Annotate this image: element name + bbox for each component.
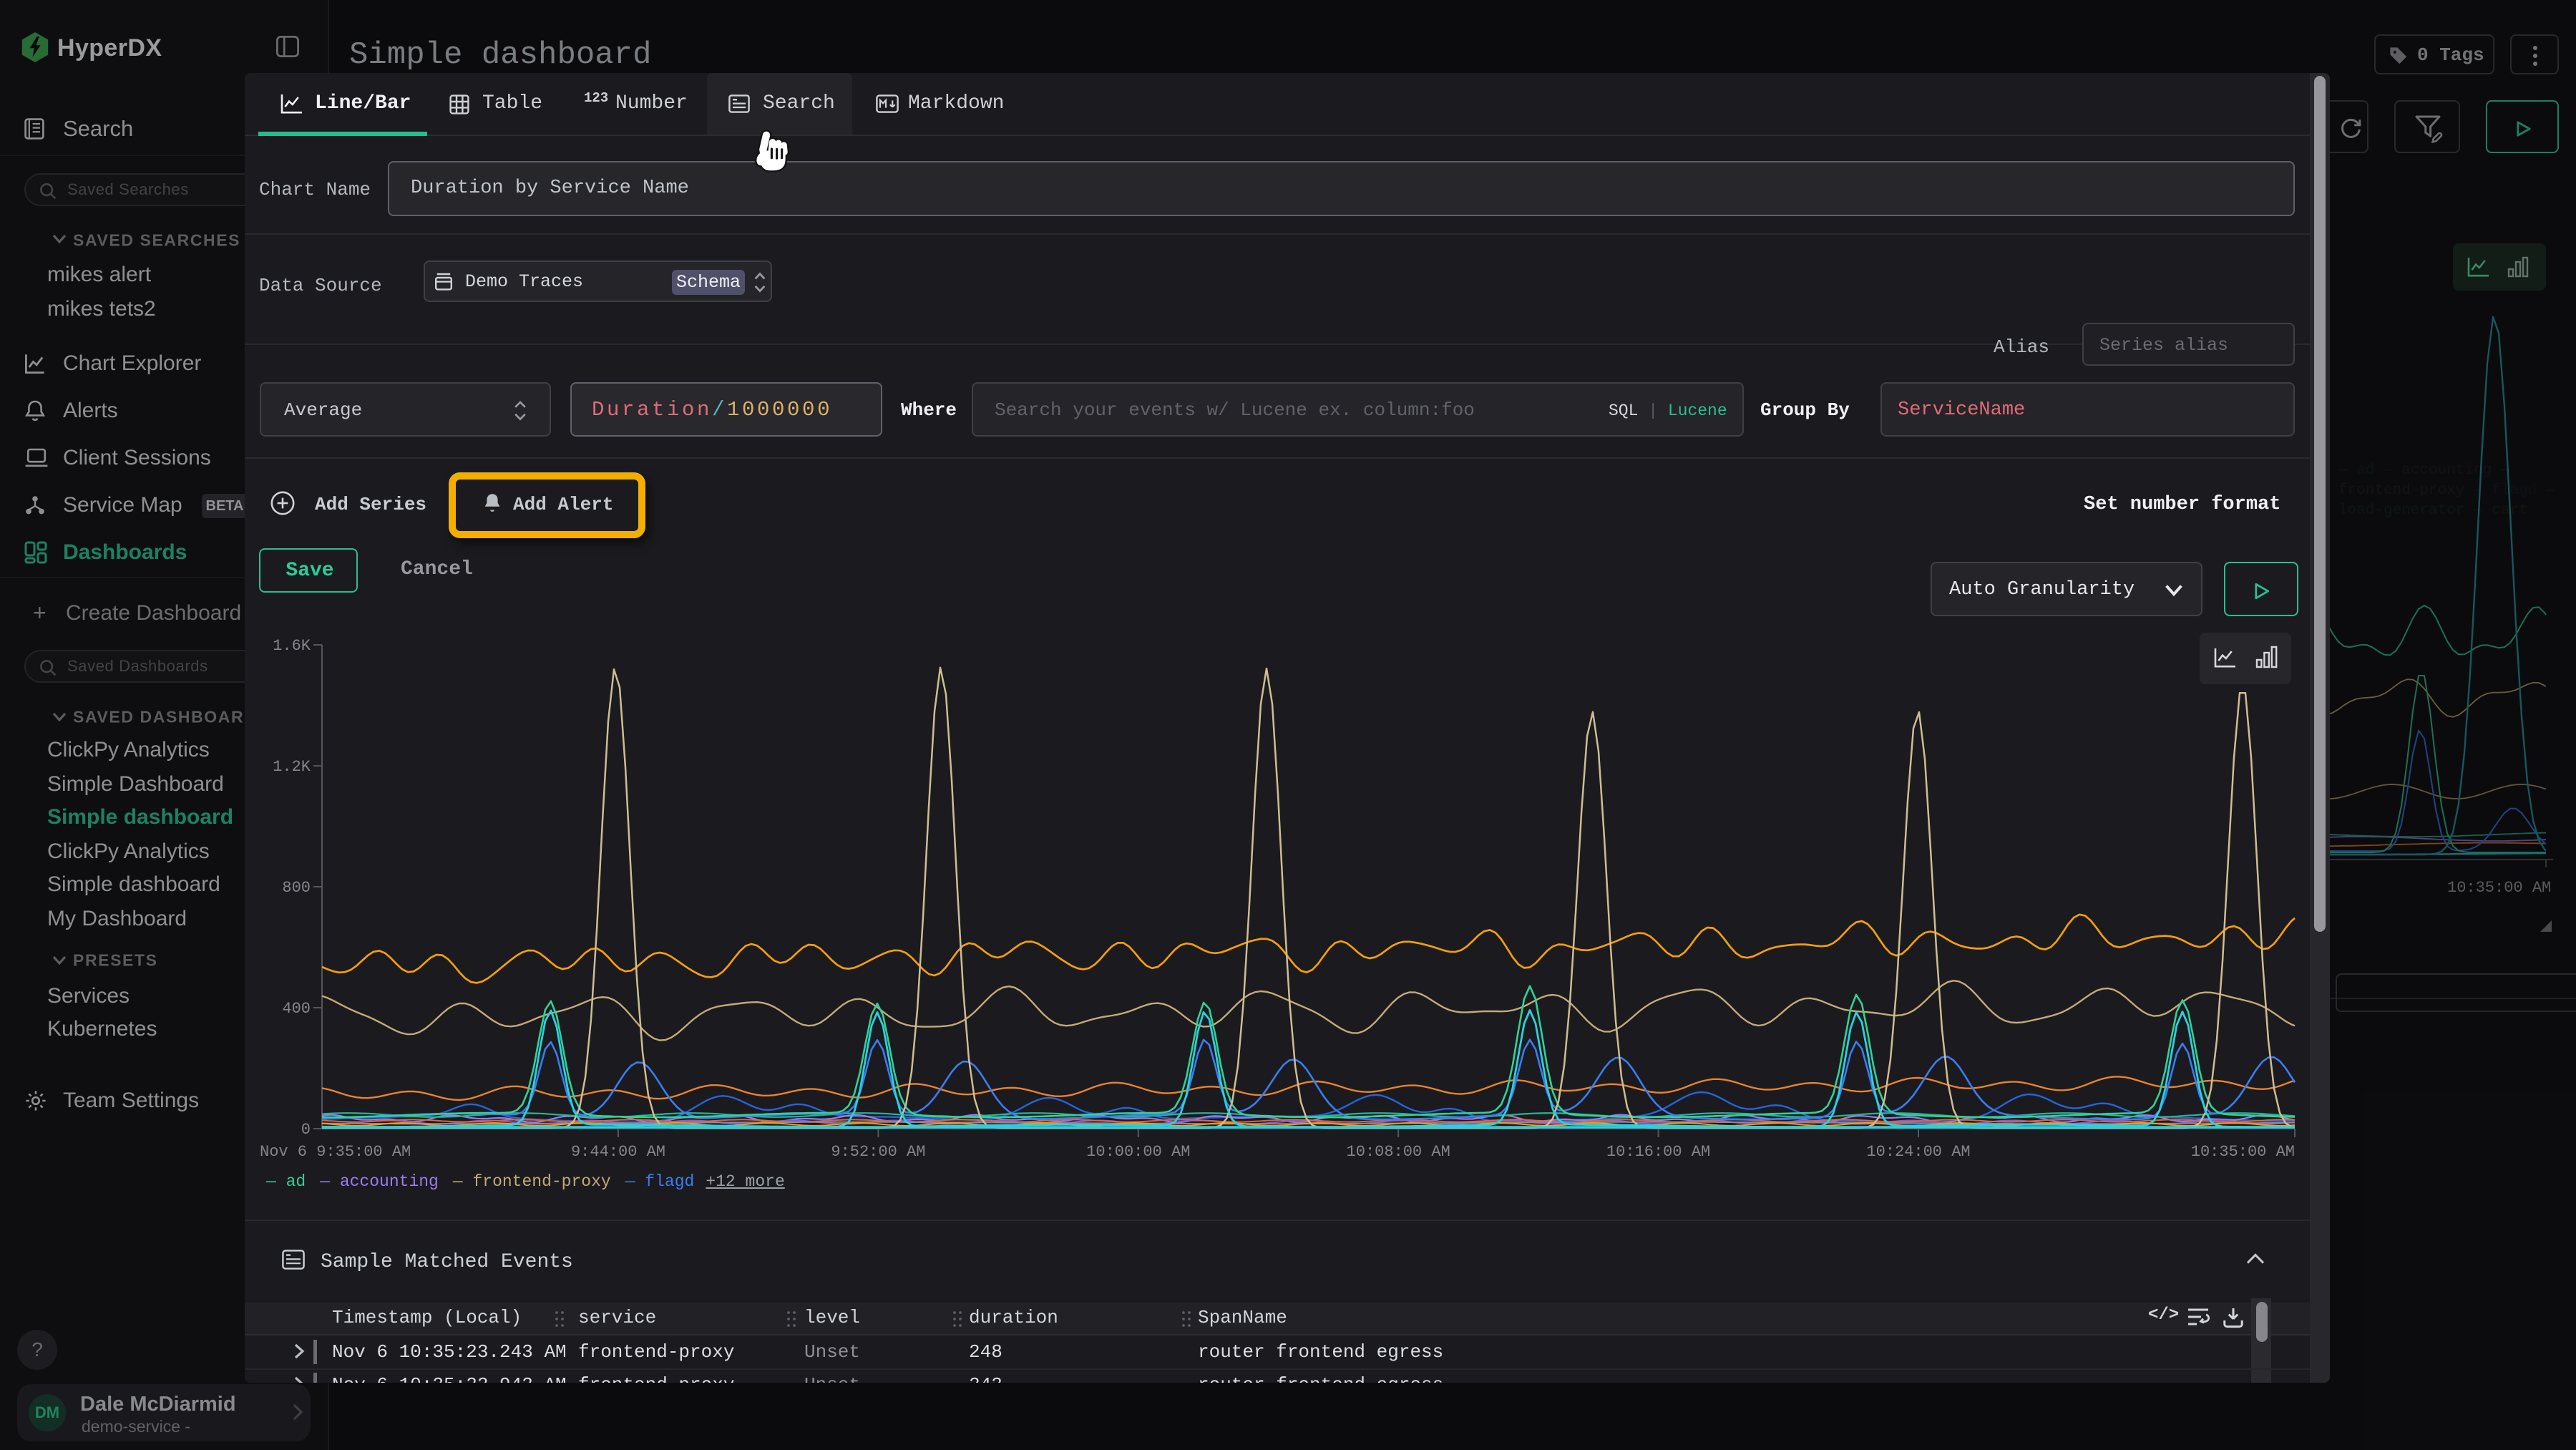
svg-text:1.6K: 1.6K [273, 637, 311, 655]
svg-text:10:16:00 AM: 10:16:00 AM [1606, 1143, 1710, 1161]
svg-text:800: 800 [282, 879, 311, 897]
svg-text:9:52:00 AM: 9:52:00 AM [831, 1143, 925, 1161]
svg-text:10:35:00 AM: 10:35:00 AM [2191, 1143, 2295, 1161]
svg-text:10:08:00 AM: 10:08:00 AM [1347, 1143, 1450, 1161]
svg-text:Nov 6 9:35:00 AM: Nov 6 9:35:00 AM [260, 1143, 411, 1161]
svg-text:400: 400 [282, 1000, 311, 1018]
svg-text:0: 0 [301, 1121, 311, 1139]
svg-text:1.2K: 1.2K [273, 758, 311, 776]
svg-text:9:44:00 AM: 9:44:00 AM [571, 1143, 665, 1161]
svg-text:10:24:00 AM: 10:24:00 AM [1866, 1143, 1970, 1161]
svg-text:10:00:00 AM: 10:00:00 AM [1086, 1143, 1190, 1161]
